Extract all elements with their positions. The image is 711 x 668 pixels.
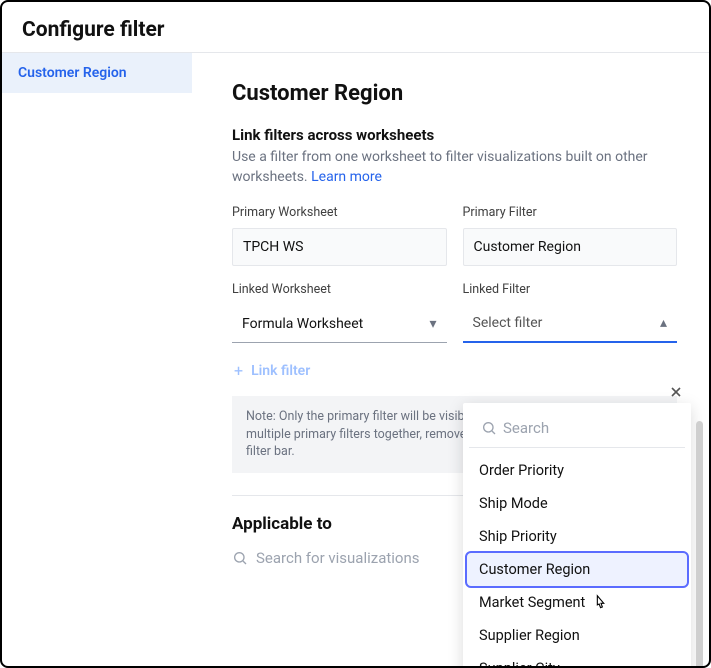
chevron-up-icon: ▴ bbox=[660, 315, 667, 331]
linked-filter-label: Linked Filter bbox=[463, 282, 678, 301]
linked-worksheet-select[interactable]: Formula Worksheet ▾ bbox=[232, 305, 447, 343]
dialog-title: Configure filter bbox=[2, 2, 709, 52]
link-description: Use a filter from one worksheet to filte… bbox=[232, 148, 677, 187]
linked-worksheet-label: Linked Worksheet bbox=[232, 282, 447, 301]
sidebar: Customer Region bbox=[2, 53, 192, 666]
scrollbar-thumb[interactable] bbox=[696, 421, 703, 666]
search-icon bbox=[232, 550, 248, 566]
sidebar-item-customer-region[interactable]: Customer Region bbox=[2, 53, 192, 93]
dropdown-option[interactable]: Market Segment bbox=[467, 586, 687, 619]
dropdown-option-list: Order PriorityShip ModeShip PriorityCust… bbox=[463, 454, 691, 666]
linked-filter-select[interactable]: Select filter ▴ bbox=[463, 305, 678, 343]
section-title-link: Link filters across worksheets bbox=[232, 126, 677, 144]
dropdown-option[interactable]: Supplier Region bbox=[467, 619, 687, 652]
dropdown-search-placeholder: Search bbox=[503, 419, 549, 437]
cursor-pointer-icon bbox=[590, 593, 612, 615]
primary-filter-field: Customer Region bbox=[463, 228, 678, 266]
dropdown-option[interactable]: Ship Priority bbox=[467, 520, 687, 553]
search-icon bbox=[481, 420, 497, 436]
primary-worksheet-label: Primary Worksheet bbox=[232, 205, 447, 224]
dropdown-option[interactable]: Supplier City bbox=[467, 652, 687, 666]
chevron-down-icon: ▾ bbox=[429, 316, 436, 332]
add-link-filter-button[interactable]: + Link filter bbox=[232, 361, 677, 380]
linked-filter-dropdown: Search Order PriorityShip ModeShip Prior… bbox=[463, 403, 691, 666]
dialog-body: Customer Region Customer Region Link fil… bbox=[2, 52, 709, 666]
main-panel: Customer Region Link filters across work… bbox=[192, 53, 709, 666]
dropdown-option[interactable]: Order Priority bbox=[467, 454, 687, 487]
learn-more-link[interactable]: Learn more bbox=[311, 169, 382, 185]
sidebar-item-label: Customer Region bbox=[18, 65, 127, 81]
dropdown-option[interactable]: Customer Region bbox=[467, 553, 687, 586]
visualization-search-placeholder: Search for visualizations bbox=[256, 549, 419, 567]
page-title: Customer Region bbox=[232, 81, 677, 106]
configure-filter-dialog: Configure filter Customer Region Custome… bbox=[0, 0, 711, 668]
primary-filter-label: Primary Filter bbox=[463, 205, 678, 224]
remove-linked-filter-button[interactable] bbox=[665, 381, 687, 403]
plus-icon: + bbox=[234, 361, 243, 380]
dropdown-search[interactable]: Search bbox=[469, 409, 685, 448]
filter-grid: Primary Worksheet Primary Filter TPCH WS… bbox=[232, 205, 677, 343]
dropdown-option[interactable]: Ship Mode bbox=[467, 487, 687, 520]
primary-worksheet-field: TPCH WS bbox=[232, 228, 447, 266]
close-icon bbox=[670, 386, 682, 398]
